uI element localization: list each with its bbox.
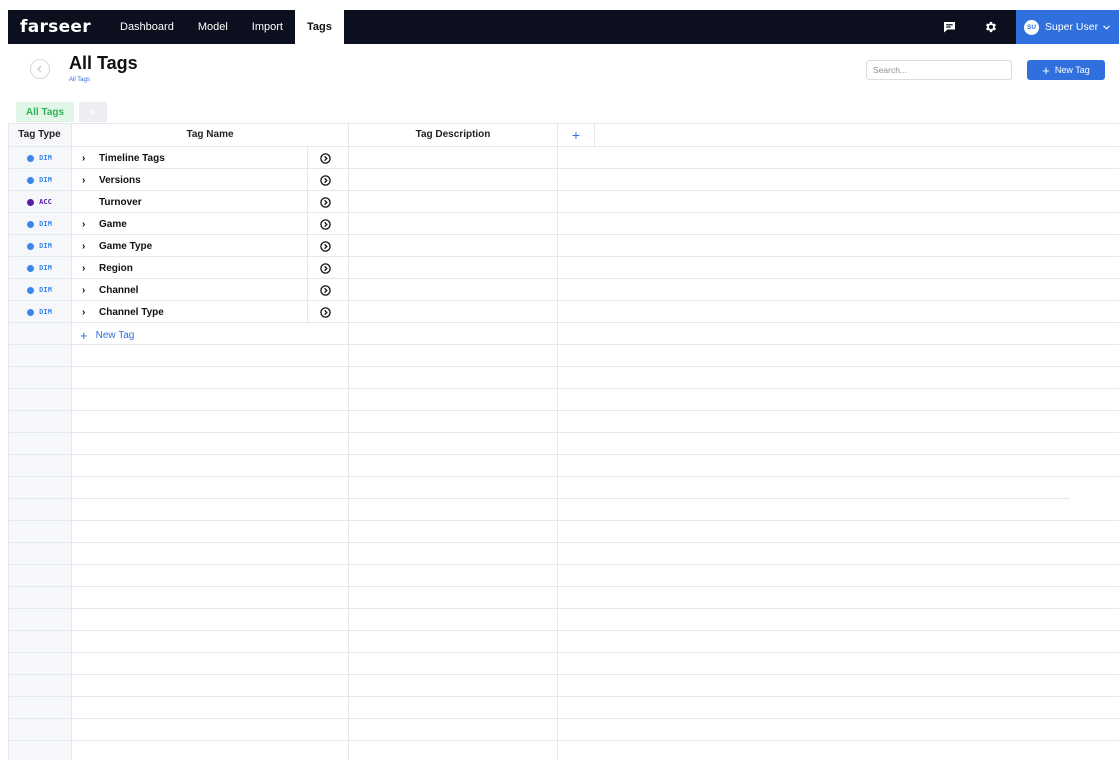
chevron-right-icon[interactable]: ›: [82, 235, 85, 257]
add-column-button[interactable]: +: [558, 123, 594, 146]
chevron-right-icon[interactable]: ›: [82, 301, 85, 323]
tag-type-badge: DIM: [8, 213, 71, 235]
plus-icon: +: [80, 327, 88, 343]
table-row[interactable]: DIM › Game: [8, 213, 1119, 235]
tag-type-badge: DIM: [8, 235, 71, 257]
breadcrumb[interactable]: All Tags: [69, 77, 90, 83]
nav-tab-tags[interactable]: Tags: [294, 10, 344, 44]
tab-all-tags[interactable]: All Tags: [16, 102, 74, 122]
table-row[interactable]: DIM › Game Type: [8, 235, 1119, 257]
column-header-tag-type[interactable]: Tag Type: [8, 123, 71, 146]
tag-type-badge: ACC: [8, 191, 71, 213]
gear-icon[interactable]: [974, 10, 1008, 44]
new-tag-row-label: New Tag: [95, 329, 135, 341]
tag-type-badge: DIM: [8, 301, 71, 323]
grid-line: [594, 123, 595, 146]
tag-name[interactable]: Channel Type: [99, 301, 164, 323]
tag-name[interactable]: Game Type: [99, 235, 152, 257]
chevron-down-icon: [1103, 23, 1110, 32]
top-nav-bar: farseer Dashboard Model Import Tags SU S…: [8, 10, 1119, 44]
table-row[interactable]: DIM › Versions: [8, 169, 1119, 191]
tag-name[interactable]: Game: [99, 213, 127, 235]
tag-type-badge: DIM: [8, 257, 71, 279]
chat-icon[interactable]: [932, 10, 966, 44]
tag-name[interactable]: Timeline Tags: [99, 147, 165, 169]
avatar: SU: [1024, 19, 1039, 35]
new-tag-button[interactable]: + New Tag: [1027, 60, 1105, 80]
chevron-right-icon[interactable]: ›: [82, 147, 85, 169]
tag-name[interactable]: Turnover: [99, 191, 142, 213]
plus-icon: +: [1042, 62, 1050, 78]
page-title: All Tags: [69, 53, 138, 73]
user-menu[interactable]: SU Super User: [1016, 10, 1119, 44]
circle-chevron-right-icon[interactable]: [320, 175, 331, 186]
table-row[interactable]: DIM › Timeline Tags: [8, 147, 1119, 169]
table-row[interactable]: DIM › Channel Type: [8, 301, 1119, 323]
nav-tab-model[interactable]: Model: [186, 10, 240, 44]
chevron-right-icon[interactable]: ›: [82, 213, 85, 235]
table-row[interactable]: DIM › Region: [8, 257, 1119, 279]
tag-name[interactable]: Versions: [99, 169, 141, 191]
user-name: Super User: [1045, 21, 1099, 33]
chevron-right-icon[interactable]: ›: [82, 279, 85, 301]
circle-chevron-right-icon[interactable]: [320, 219, 331, 230]
circle-chevron-right-icon[interactable]: [320, 241, 331, 252]
circle-chevron-right-icon[interactable]: [320, 263, 331, 274]
circle-chevron-right-icon[interactable]: [320, 307, 331, 318]
tag-type-badge: DIM: [8, 169, 71, 191]
tags-table: Tag Type Tag Name Tag Description + DIM …: [8, 123, 1119, 760]
circle-chevron-right-icon[interactable]: [320, 285, 331, 296]
new-tag-row-button[interactable]: + New Tag: [80, 324, 134, 346]
back-arrow-icon[interactable]: [30, 59, 50, 79]
nav-tab-import[interactable]: Import: [240, 10, 295, 44]
table-row[interactable]: DIM › Channel: [8, 279, 1119, 301]
farseer-logo[interactable]: farseer: [20, 17, 108, 37]
chevron-right-icon[interactable]: ›: [82, 169, 85, 191]
column-header-tag-description[interactable]: Tag Description: [349, 123, 557, 146]
tag-name[interactable]: Region: [99, 257, 133, 279]
circle-chevron-right-icon[interactable]: [320, 153, 331, 164]
tag-name[interactable]: Channel: [99, 279, 138, 301]
chevron-right-icon[interactable]: ›: [82, 257, 85, 279]
column-header-tag-name[interactable]: Tag Name: [72, 123, 348, 146]
nav-tab-dashboard[interactable]: Dashboard: [108, 10, 186, 44]
table-row[interactable]: ACC Turnover: [8, 191, 1119, 213]
tag-type-badge: DIM: [8, 279, 71, 301]
new-tag-button-label: New Tag: [1054, 65, 1090, 75]
add-tab-button[interactable]: +: [79, 102, 107, 122]
tag-type-badge: DIM: [8, 147, 71, 169]
circle-chevron-right-icon[interactable]: [320, 197, 331, 208]
search-input[interactable]: [866, 60, 1012, 80]
